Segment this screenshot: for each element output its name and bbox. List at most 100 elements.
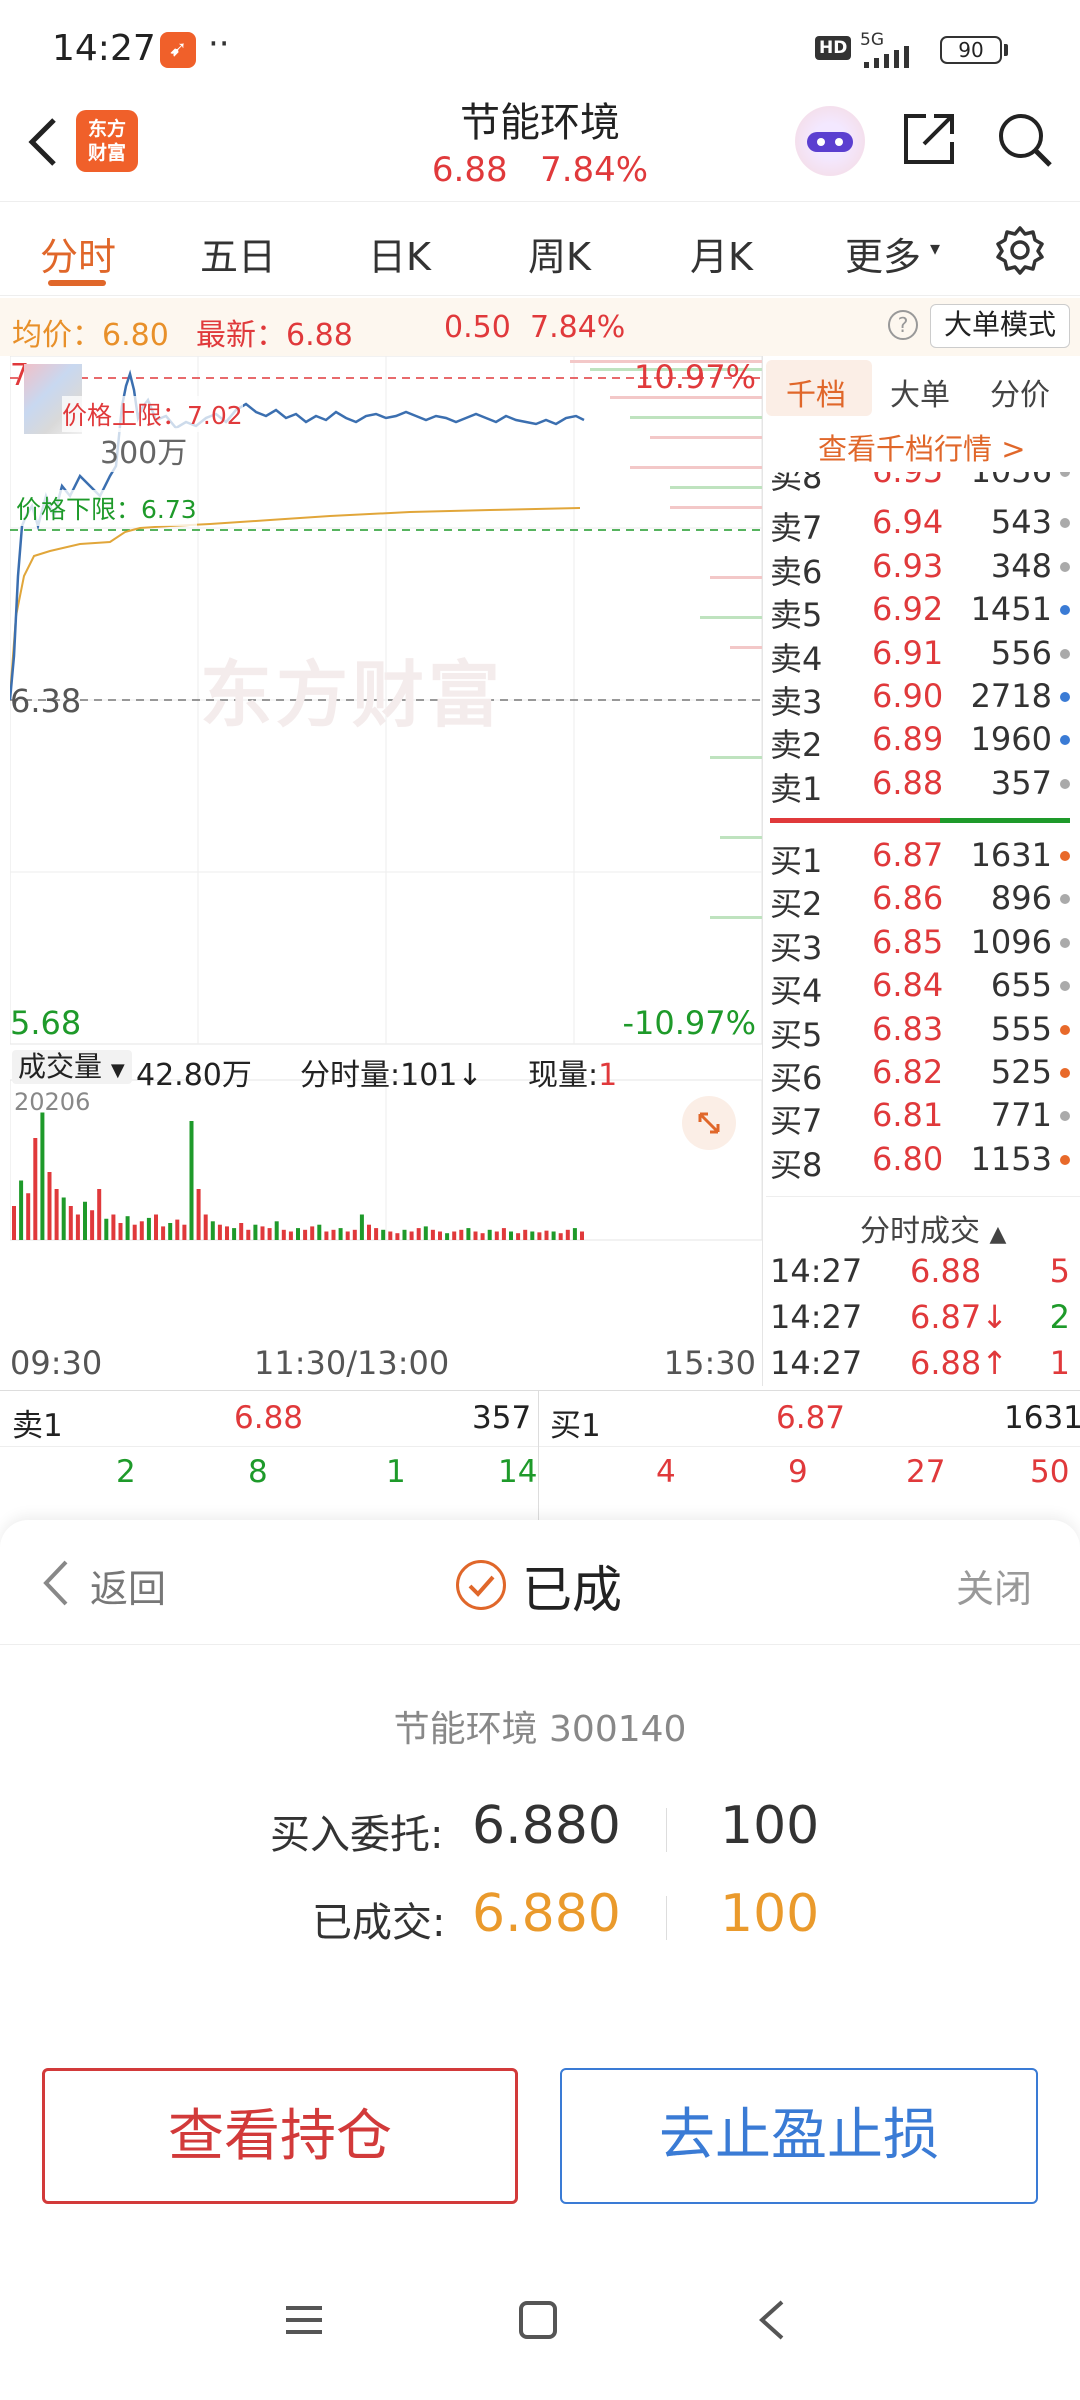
tab-big-orders[interactable]: 大单 <box>890 370 950 414</box>
ask-level-row[interactable]: 卖4 6.91 556 <box>770 634 1070 678</box>
volume-bar <box>175 1219 180 1240</box>
volume-bar <box>402 1229 407 1240</box>
queue-buy-price: 6.87 <box>776 1400 846 1436</box>
stop-profit-loss-button[interactable]: 去止盈止损 <box>560 2068 1038 2204</box>
volume-bar <box>523 1229 528 1240</box>
volume-bar <box>324 1231 329 1240</box>
order-entrust-qty: 100 <box>720 1796 820 1856</box>
trade-tick-row: 14:27 6.88↑ 1 <box>770 1344 1070 1388</box>
change-value: 0.50 <box>444 310 511 345</box>
volume-bar <box>26 1193 31 1240</box>
trades-title[interactable]: 分时成交 ▲ <box>860 1206 1006 1250</box>
ask-level-row[interactable]: 卖1 6.88 357 <box>770 764 1070 808</box>
expand-icon[interactable] <box>682 1096 736 1150</box>
bid-level-row[interactable]: 买8 6.80 1153 <box>770 1140 1070 1184</box>
big-order-mode-button[interactable]: 大单模式 <box>930 304 1070 348</box>
volume-bar <box>430 1229 435 1240</box>
view-position-button[interactable]: 查看持仓 <box>42 2068 518 2204</box>
current-volume: 现量:1 <box>528 1050 617 1094</box>
assistant-avatar-icon[interactable] <box>795 106 865 176</box>
ask-level-row[interactable]: 卖2 6.89 1960 <box>770 720 1070 764</box>
volume-indicator-select[interactable]: 成交量 ▼ <box>12 1050 132 1084</box>
lower-limit-label: 价格下限：6.73 <box>16 490 197 526</box>
bid-level-row[interactable]: 买4 6.84 655 <box>770 966 1070 1010</box>
search-icon[interactable] <box>995 110 1055 170</box>
queue-sell-volume: 357 <box>472 1400 532 1436</box>
tick-price: 6.88 <box>910 1252 982 1290</box>
chart-tabs: 分时 五日 日K 周K 月K 更多 ▾ <box>0 202 1080 296</box>
app-notification-icon: ➹ <box>160 32 196 68</box>
current-volume-label: 现量: <box>528 1058 599 1093</box>
level-dot-icon <box>1060 735 1070 746</box>
trades-divider <box>766 1196 1080 1197</box>
buy-queue-item: 9 <box>788 1454 808 1490</box>
tab-price-split[interactable]: 分价 <box>990 370 1050 414</box>
level-label: 卖6 <box>770 552 823 591</box>
intraday-chart[interactable]: 7 10.97% 价格上限：7.02 300万 价格下限：6.73 6.38 东… <box>8 355 763 1386</box>
volume-bar <box>168 1223 173 1240</box>
trades-title-text: 分时成交 <box>860 1214 980 1249</box>
volume-bar <box>395 1233 400 1240</box>
ask-level-row[interactable]: 卖3 6.90 2718 <box>770 677 1070 721</box>
back-arrow-icon[interactable] <box>22 114 62 170</box>
ask-level-row[interactable]: 卖7 6.94 543 <box>770 503 1070 547</box>
volume-bar <box>33 1138 38 1240</box>
tab-monthly-k[interactable]: 月K <box>690 226 753 281</box>
filled-label: 已成交: <box>312 1900 446 1946</box>
active-tab-indicator <box>48 280 106 286</box>
volume-bar <box>232 1228 237 1240</box>
volume-bar <box>253 1224 258 1240</box>
tick-volume: 分时量:101↓ <box>300 1058 483 1093</box>
volume-bar <box>303 1229 308 1240</box>
order-entrust-label: 买入委托: <box>270 1812 444 1858</box>
tab-intraday[interactable]: 分时 <box>40 226 116 281</box>
level-dot-icon <box>1060 1111 1070 1122</box>
back-button[interactable]: 返回 <box>90 1558 166 1613</box>
volume-bar <box>537 1232 542 1240</box>
ask-level-row[interactable]: 卖6 6.93 348 <box>770 547 1070 591</box>
sell-pressure-bar <box>770 818 940 823</box>
eastmoney-logo[interactable]: 东方 财富 <box>76 110 138 172</box>
bid-level-row[interactable]: 买2 6.86 896 <box>770 879 1070 923</box>
collapse-icon: ▲ <box>989 1222 1007 1247</box>
help-icon[interactable]: ? <box>888 310 918 340</box>
share-icon[interactable] <box>900 110 958 168</box>
volume-bar <box>189 1121 194 1240</box>
level-volume: 1096 <box>970 922 1052 961</box>
bid-level-row[interactable]: 买5 6.83 555 <box>770 1010 1070 1054</box>
level-dot-icon <box>1060 518 1070 529</box>
view-thousand-levels-link[interactable]: 查看千档行情 > <box>818 426 1026 468</box>
tab-weekly-k[interactable]: 周K <box>528 226 591 281</box>
bid-level-row[interactable]: 买3 6.85 1096 <box>770 923 1070 967</box>
x-axis-start: 09:30 <box>10 1344 103 1382</box>
volume-bar <box>466 1228 471 1240</box>
tick-price: 6.88↑ <box>910 1344 1009 1382</box>
volume-bar <box>516 1233 521 1240</box>
x-axis-end: 15:30 <box>663 1344 756 1382</box>
back-nav-icon[interactable] <box>752 2296 792 2344</box>
buy-pressure-bar <box>940 818 1070 823</box>
buy-queue-item: 4 <box>656 1454 676 1490</box>
level-volume: 771 <box>990 1096 1052 1135</box>
back-chevron-icon[interactable] <box>38 1556 72 1610</box>
tab-more[interactable]: 更多 <box>845 226 921 281</box>
bid-level-row[interactable]: 买1 6.87 1631 <box>770 836 1070 880</box>
bid-level-row[interactable]: 买6 6.82 525 <box>770 1053 1070 1097</box>
volume-bar <box>338 1228 343 1240</box>
tab-thousand-levels[interactable]: 千档 <box>786 370 846 414</box>
ask-level-row[interactable]: 卖5 6.92 1451 <box>770 590 1070 634</box>
level-label: 买8 <box>770 1145 823 1184</box>
menu-nav-icon[interactable] <box>282 2300 326 2340</box>
more-notifications-icon: ·· <box>208 24 230 64</box>
success-check-icon <box>456 1560 506 1610</box>
queue-sell-price: 6.88 <box>234 1400 304 1436</box>
home-nav-icon[interactable] <box>516 2298 560 2342</box>
volume-bar <box>118 1223 123 1240</box>
bid-level-row[interactable]: 买7 6.81 771 <box>770 1096 1070 1140</box>
level-price: 6.91 <box>872 633 944 672</box>
tab-five-day[interactable]: 五日 <box>200 226 276 281</box>
settings-gear-icon[interactable] <box>994 224 1046 276</box>
watermark: 东方财富 <box>200 653 505 737</box>
tab-daily-k[interactable]: 日K <box>368 226 431 281</box>
close-button[interactable]: 关闭 <box>956 1558 1032 1613</box>
